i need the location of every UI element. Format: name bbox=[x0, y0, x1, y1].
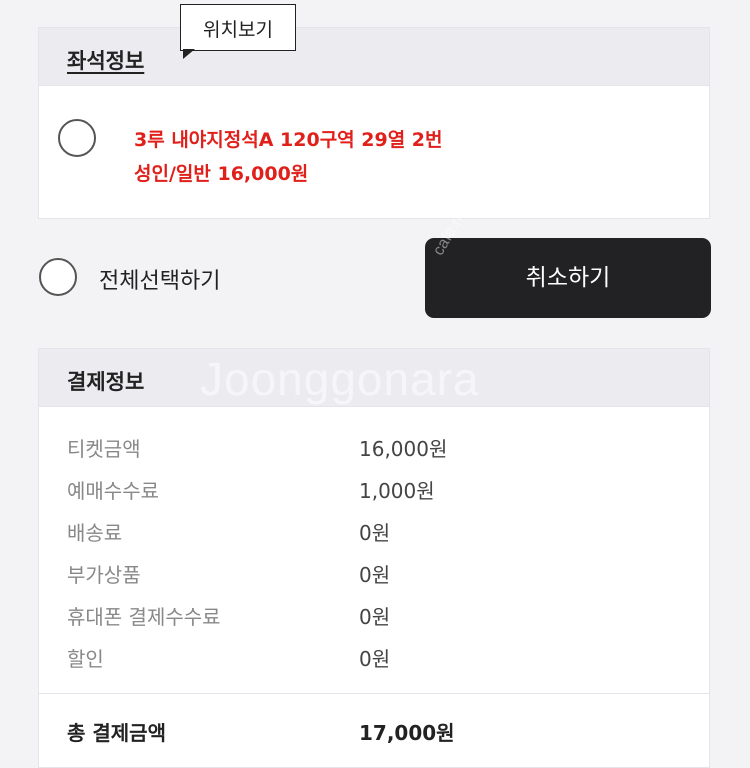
view-location-tooltip[interactable]: 위치보기 bbox=[180, 4, 296, 51]
total-value: 17,000원 bbox=[359, 721, 455, 745]
payment-row: 할인 0원 bbox=[67, 637, 687, 679]
payment-row-label: 할인 bbox=[67, 647, 104, 671]
seat-info-card: 좌석정보 3루 내야지정석A 120구역 29열 2번 성인/일반 16,000… bbox=[38, 27, 710, 219]
payment-row: 휴대폰 결제수수료 0원 bbox=[67, 595, 687, 637]
seat-select-radio[interactable] bbox=[58, 119, 96, 157]
seat-info-title: 좌석정보 bbox=[67, 49, 145, 73]
payment-rows: 티켓금액 16,000원 예매수수료 1,000원 배송료 0원 부가상품 0원… bbox=[67, 427, 687, 679]
cancel-button[interactable]: 취소하기 bbox=[425, 238, 711, 318]
payment-row-label: 배송료 bbox=[67, 521, 123, 545]
select-all-radio[interactable] bbox=[39, 258, 77, 296]
payment-row-value: 0원 bbox=[359, 521, 391, 545]
select-all-label[interactable]: 전체선택하기 bbox=[99, 263, 220, 295]
payment-row-label: 티켓금액 bbox=[67, 437, 141, 461]
seat-description: 3루 내야지정석A 120구역 29열 2번 bbox=[134, 129, 443, 151]
payment-row-value: 0원 bbox=[359, 563, 391, 587]
payment-info-card: 결제정보 티켓금액 16,000원 예매수수료 1,000원 배송료 0원 부가… bbox=[38, 348, 710, 768]
payment-row-value: 0원 bbox=[359, 647, 391, 671]
payment-info-title: 결제정보 bbox=[67, 370, 145, 394]
total-divider bbox=[39, 693, 709, 694]
payment-row: 예매수수료 1,000원 bbox=[67, 469, 687, 511]
view-location-label: 위치보기 bbox=[203, 19, 273, 41]
payment-row-value: 1,000원 bbox=[359, 479, 435, 503]
payment-row-label: 부가상품 bbox=[67, 563, 141, 587]
payment-row: 부가상품 0원 bbox=[67, 553, 687, 595]
payment-row-value: 0원 bbox=[359, 605, 391, 629]
tooltip-tail bbox=[183, 49, 195, 59]
payment-info-header: 결제정보 bbox=[39, 349, 709, 407]
payment-row: 배송료 0원 bbox=[67, 511, 687, 553]
payment-row: 티켓금액 16,000원 bbox=[67, 427, 687, 469]
payment-row-label: 휴대폰 결제수수료 bbox=[67, 605, 221, 629]
seat-price: 성인/일반 16,000원 bbox=[134, 163, 309, 185]
payment-row-label: 예매수수료 bbox=[67, 479, 159, 503]
payment-row-value: 16,000원 bbox=[359, 437, 448, 461]
seat-info-header: 좌석정보 bbox=[39, 28, 709, 86]
total-label: 총 결제금액 bbox=[67, 721, 166, 745]
